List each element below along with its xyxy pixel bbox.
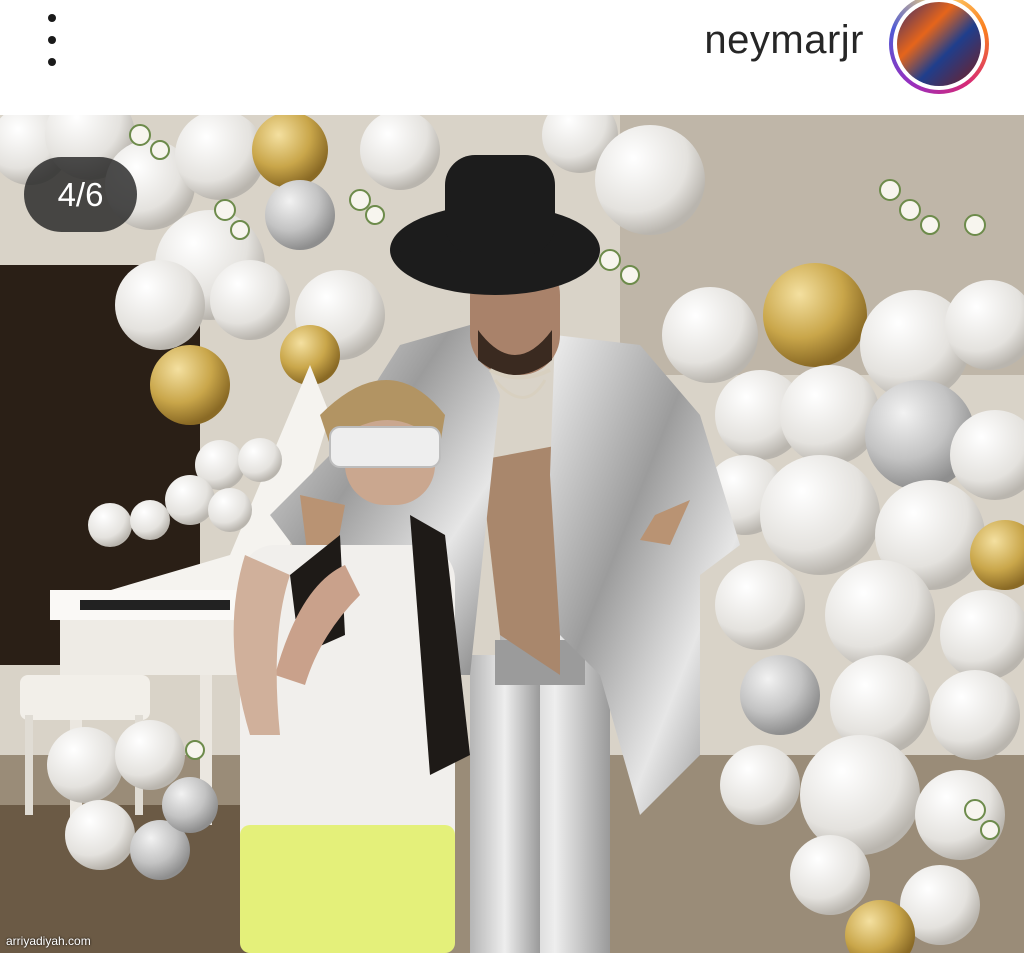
username[interactable]: neymarjr [704,18,864,63]
avatar-image [897,2,981,86]
watermark-text: arriyadiyah.com [6,934,91,948]
avatar-border [893,0,985,90]
dot [48,14,56,22]
photo-illustration [0,115,1024,953]
post-header: neymarjr [0,0,1024,115]
dot [48,36,56,44]
more-options-icon[interactable] [38,14,66,66]
dot [48,58,56,66]
post-photo[interactable] [0,115,1024,953]
profile-avatar[interactable] [889,0,989,94]
carousel-counter-badge: 4/6 [24,157,137,232]
